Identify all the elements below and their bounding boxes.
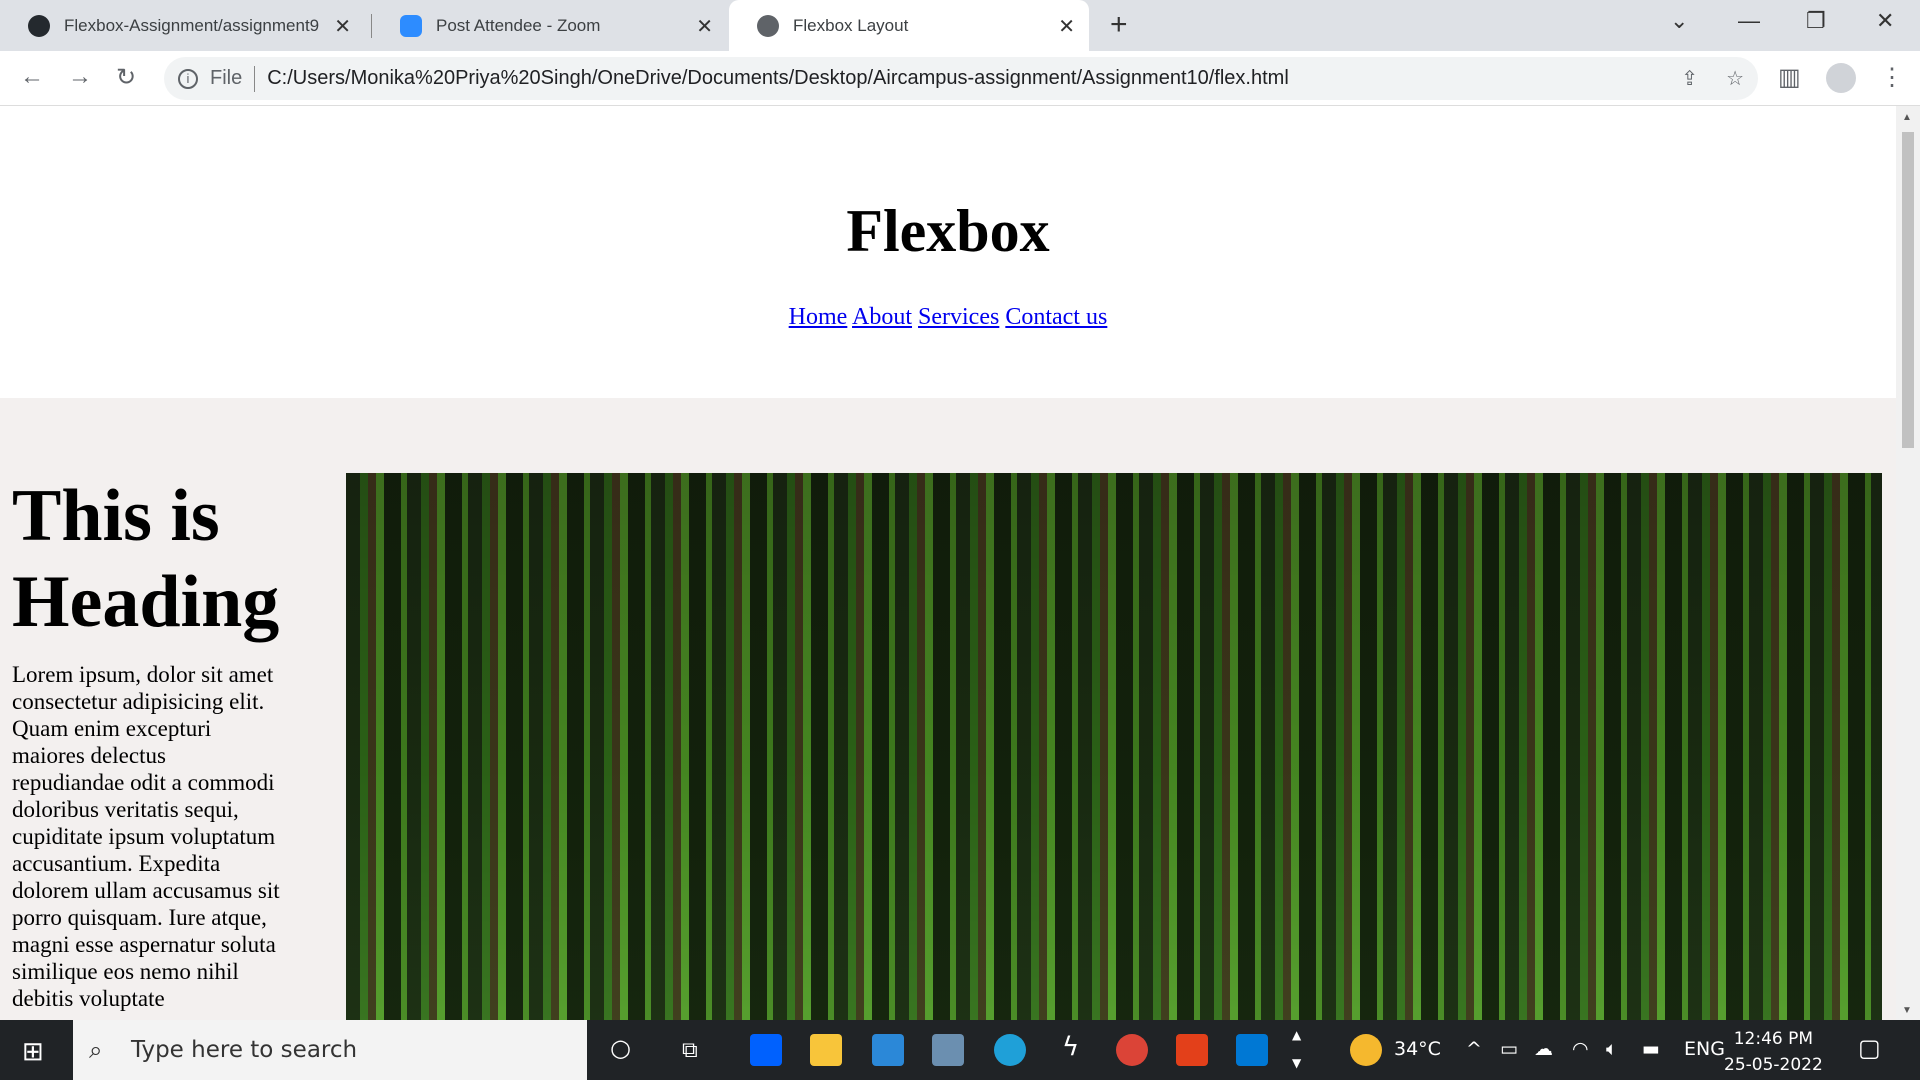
forward-button[interactable]: → bbox=[68, 63, 92, 91]
close-tab-icon[interactable]: ✕ bbox=[696, 14, 713, 39]
windows-start-icon[interactable]: ⊞ bbox=[22, 1036, 44, 1067]
notifications-icon[interactable]: ▢ bbox=[1858, 1034, 1881, 1062]
section-paragraph: Lorem ipsum, dolor sit amet consectetur … bbox=[12, 662, 280, 1011]
file-explorer-icon[interactable] bbox=[810, 1034, 842, 1066]
scroll-up-arrow[interactable]: ▲ bbox=[1902, 112, 1912, 123]
chrome-icon[interactable] bbox=[1116, 1034, 1148, 1066]
weather-icon bbox=[1350, 1034, 1382, 1066]
tab-search-icon[interactable]: ⌄ bbox=[1670, 8, 1688, 34]
web-page: Flexbox Home About Services Contact us T… bbox=[0, 106, 1896, 1020]
tab-zoom[interactable]: Post Attendee - Zoom ✕ bbox=[372, 0, 727, 51]
bookmark-star-icon[interactable]: ☆ bbox=[1726, 66, 1744, 91]
nav-link-home[interactable]: Home bbox=[789, 304, 848, 330]
url-text[interactable]: C:/Users/Monika%20Priya%20Singh/OneDrive… bbox=[267, 67, 1289, 90]
battery-icon[interactable]: ▬ bbox=[1642, 1038, 1660, 1060]
forest-image bbox=[346, 473, 1882, 1020]
profile-avatar[interactable] bbox=[1826, 63, 1856, 93]
back-button[interactable]: ← bbox=[20, 63, 44, 91]
section-heading: This is Heading bbox=[12, 475, 280, 643]
close-tab-icon[interactable]: ✕ bbox=[334, 14, 351, 39]
wifi-icon[interactable]: ◠ bbox=[1572, 1038, 1589, 1060]
address-bar[interactable]: i File C:/Users/Monika%20Priya%20Singh/O… bbox=[164, 57, 1758, 100]
language-indicator[interactable]: ENG bbox=[1684, 1038, 1725, 1060]
minimize-button[interactable]: — bbox=[1738, 8, 1760, 34]
page-title: Flexbox bbox=[846, 198, 1050, 264]
side-panel-icon[interactable]: ▥ bbox=[1778, 63, 1801, 92]
address-toolbar: ← → ↻ i File C:/Users/Monika%20Priya%20S… bbox=[0, 51, 1920, 106]
meet-icon[interactable]: ▭ bbox=[1500, 1038, 1518, 1060]
github-icon bbox=[28, 14, 50, 37]
tab-title: Flexbox-Assignment/assignment9 bbox=[64, 15, 320, 35]
url-scheme: File bbox=[210, 67, 243, 89]
taskbar-search[interactable]: ⌕ Type here to search bbox=[73, 1020, 587, 1080]
clock[interactable]: 12:46 PM 25-05-2022 bbox=[1724, 1026, 1823, 1078]
reload-button[interactable]: ↻ bbox=[116, 63, 136, 92]
taskbar: ⊞ ⌕ Type here to search ○ ⧉ ϟ ▲ ▼ 34°C ^ … bbox=[0, 1020, 1920, 1080]
close-window-button[interactable]: ✕ bbox=[1876, 8, 1894, 34]
onedrive-icon[interactable]: ☁ bbox=[1534, 1038, 1553, 1060]
tab-github[interactable]: Flexbox-Assignment/assignment9 ✕ bbox=[0, 0, 365, 51]
edge-icon[interactable] bbox=[994, 1034, 1026, 1066]
new-tab-button[interactable]: + bbox=[1110, 8, 1128, 42]
mail-icon[interactable] bbox=[872, 1034, 904, 1066]
divider bbox=[254, 65, 256, 92]
globe-icon bbox=[757, 14, 779, 37]
zoom-icon bbox=[400, 14, 422, 37]
vscode-icon[interactable] bbox=[1236, 1034, 1268, 1066]
nav-menu: Home About Services Contact us bbox=[0, 304, 1896, 331]
tab-bar: Flexbox-Assignment/assignment9 ✕ Post At… bbox=[0, 0, 1920, 51]
tab-title: Post Attendee - Zoom bbox=[436, 15, 601, 35]
scroll-down-arrow[interactable]: ▼ bbox=[1902, 1005, 1912, 1016]
nav-link-contact[interactable]: Contact us bbox=[1005, 304, 1107, 330]
volume-icon[interactable]: 🔈︎ bbox=[1606, 1038, 1617, 1060]
nav-link-about[interactable]: About bbox=[852, 304, 912, 330]
date: 25-05-2022 bbox=[1724, 1055, 1823, 1075]
page-header: Flexbox Home About Services Contact us bbox=[0, 106, 1896, 398]
weather-temp[interactable]: 34°C bbox=[1394, 1038, 1441, 1060]
app-icon[interactable] bbox=[932, 1034, 964, 1066]
share-icon[interactable]: ⇪ bbox=[1681, 66, 1698, 91]
cortana-icon[interactable]: ○ bbox=[610, 1034, 631, 1062]
taskbar-scroll-arrows[interactable]: ▲ ▼ bbox=[1292, 1028, 1301, 1070]
restore-button[interactable]: ❐ bbox=[1806, 8, 1826, 34]
menu-icon[interactable]: ⋮ bbox=[1880, 63, 1904, 92]
info-icon[interactable]: i bbox=[178, 68, 198, 89]
close-tab-icon[interactable]: ✕ bbox=[1058, 14, 1075, 39]
dropbox-icon[interactable] bbox=[750, 1034, 782, 1066]
app-icon[interactable]: ϟ bbox=[1062, 1032, 1079, 1062]
tab-flexbox-layout[interactable]: Flexbox Layout ✕ bbox=[729, 0, 1089, 51]
search-placeholder: Type here to search bbox=[131, 1037, 358, 1063]
search-icon: ⌕ bbox=[89, 1036, 103, 1064]
show-hidden-icons[interactable]: ^ bbox=[1466, 1038, 1482, 1060]
office-icon[interactable] bbox=[1176, 1034, 1208, 1066]
task-view-icon[interactable]: ⧉ bbox=[682, 1038, 698, 1063]
main-section: This is Heading Lorem ipsum, dolor sit a… bbox=[0, 398, 1896, 1020]
nav-link-services[interactable]: Services bbox=[918, 304, 999, 330]
tab-title: Flexbox Layout bbox=[793, 15, 909, 35]
scrollbar-thumb[interactable] bbox=[1902, 132, 1914, 448]
time: 12:46 PM bbox=[1733, 1029, 1814, 1049]
vertical-scrollbar[interactable]: ▲ ▼ bbox=[1896, 106, 1920, 1020]
text-column: This is Heading Lorem ipsum, dolor sit a… bbox=[12, 473, 312, 1020]
